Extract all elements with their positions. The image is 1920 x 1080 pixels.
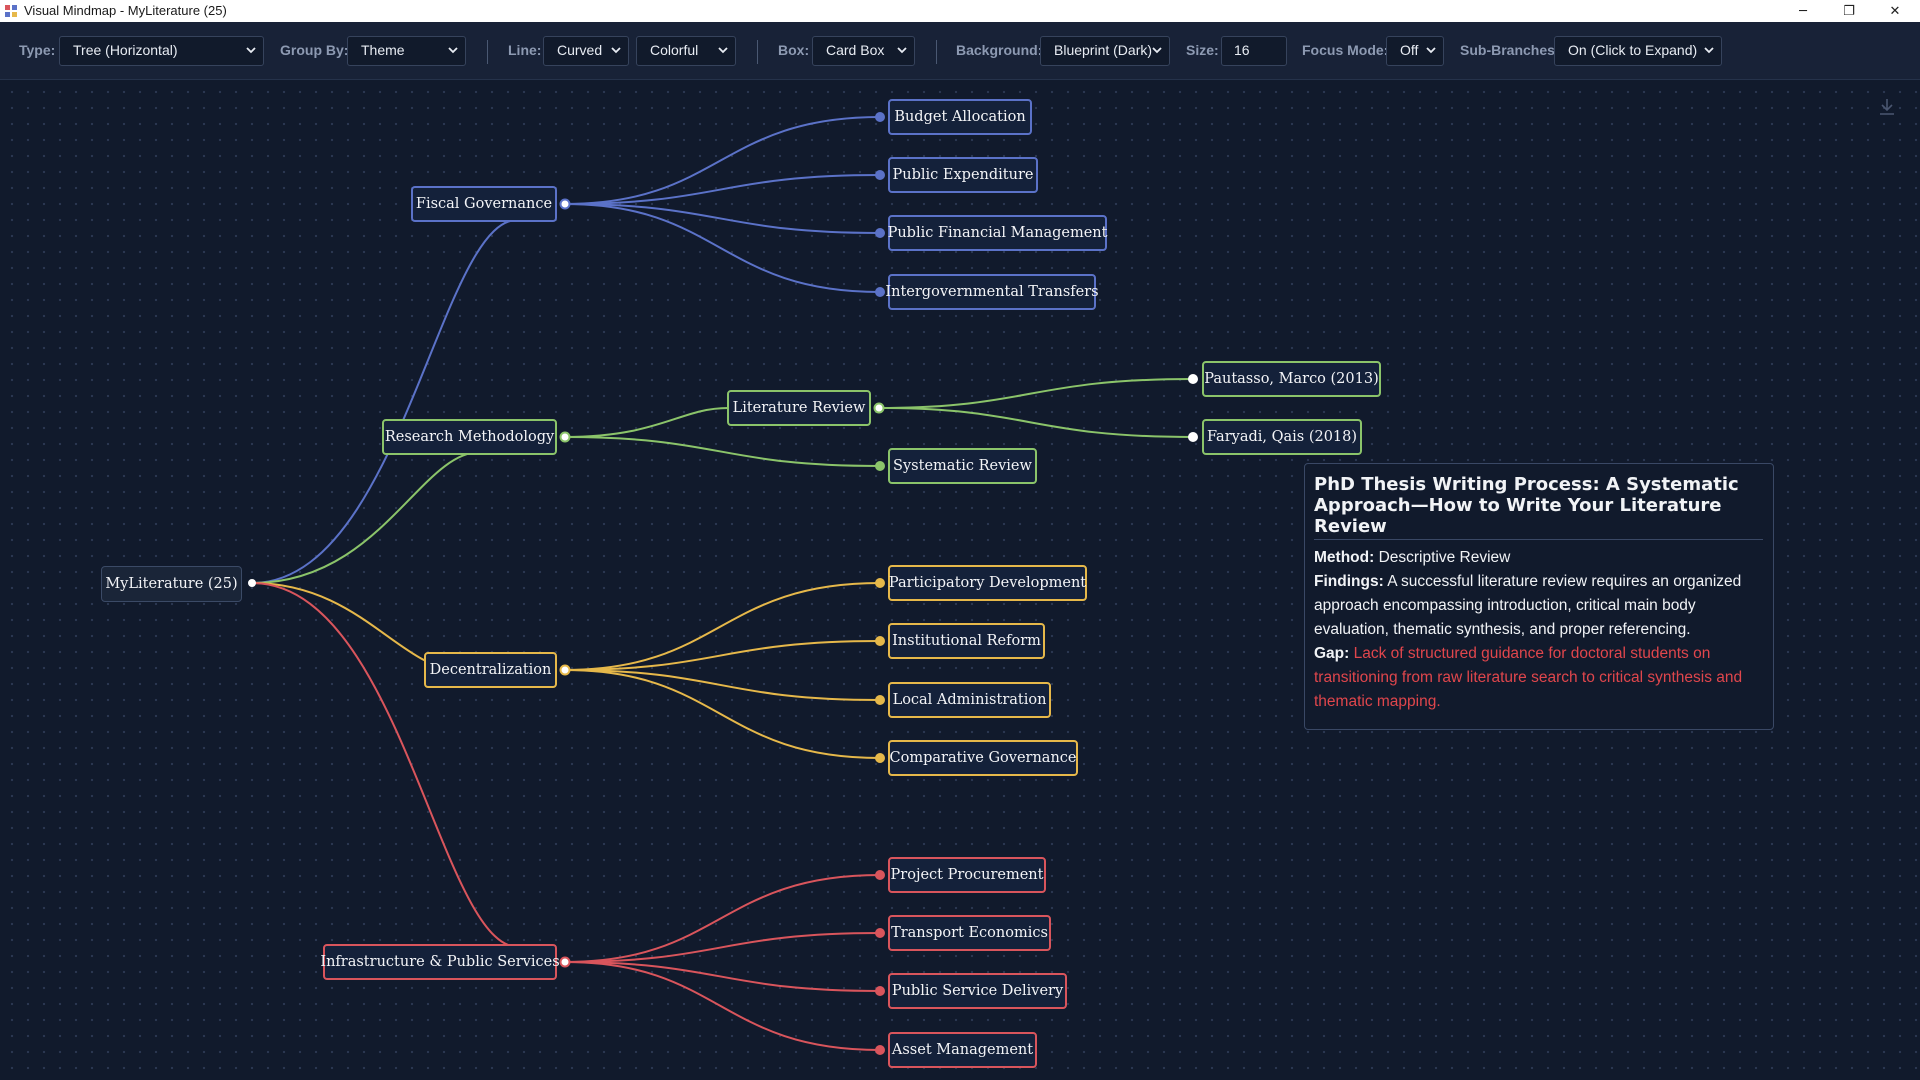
node-dot — [875, 695, 885, 705]
connector-line — [564, 203, 881, 234]
connector-line — [564, 961, 881, 992]
paper-node[interactable]: Faryadi, Qais (2018) — [1202, 419, 1362, 455]
topic-node[interactable]: Asset Management — [888, 1032, 1037, 1068]
node-dot — [875, 870, 885, 880]
tooltip-title: PhD Thesis Writing Process: A Systematic… — [1314, 474, 1739, 537]
topic-node[interactable]: Project Procurement — [888, 857, 1046, 893]
topic-node[interactable]: Intergovernmental Transfers — [885, 274, 1099, 310]
tooltip-method: Method: Descriptive Review — [1314, 546, 1763, 570]
tooltip-method-label: Method: — [1314, 549, 1375, 566]
connector-line — [564, 582, 881, 671]
theme-node-decentralization[interactable]: Decentralization — [424, 652, 557, 688]
node-dot — [559, 431, 571, 443]
node-dot — [875, 928, 885, 938]
connector-line — [564, 874, 881, 963]
node-dot — [559, 664, 571, 676]
connector-line — [564, 932, 881, 963]
node-dot — [873, 402, 885, 414]
theme-node-infrastructure[interactable]: Infrastructure & Public Services — [320, 944, 560, 980]
node-dot — [875, 287, 885, 297]
node-dot — [248, 579, 256, 587]
connector-line — [564, 174, 881, 205]
tooltip-gap-label: Gap: — [1314, 645, 1350, 662]
node-dot — [1188, 432, 1198, 442]
node-dot — [875, 753, 885, 763]
topic-node[interactable]: Local Administration — [888, 682, 1051, 718]
topic-node[interactable]: Budget Allocation — [888, 99, 1032, 135]
node-dot — [875, 228, 885, 238]
node-dot — [875, 461, 885, 471]
tooltip-divider — [1314, 539, 1763, 540]
topic-node[interactable]: Comparative Governance — [888, 740, 1078, 776]
connector-line — [251, 582, 519, 948]
node-dot — [875, 986, 885, 996]
node-dot — [875, 1045, 885, 1055]
node-dot — [559, 198, 571, 210]
connector-line — [878, 378, 1194, 409]
mindmap-root-node[interactable]: MyLiterature (25) — [101, 566, 242, 602]
tooltip-gap-value: Lack of structured guidance for doctoral… — [1314, 645, 1743, 710]
node-dot — [875, 170, 885, 180]
theme-node-fiscal-governance[interactable]: Fiscal Governance — [411, 186, 557, 222]
connector-line — [564, 116, 881, 205]
connector-line — [564, 669, 881, 759]
connector-line — [564, 436, 881, 467]
connector-line — [564, 203, 881, 293]
theme-node-research-methodology[interactable]: Research Methodology — [382, 419, 557, 455]
paper-node[interactable]: Pautasso, Marco (2013) — [1202, 361, 1381, 397]
connector-line — [251, 219, 518, 584]
node-dot — [875, 636, 885, 646]
topic-node[interactable]: Public Financial Management — [888, 215, 1107, 251]
topic-node[interactable]: Transport Economics — [888, 915, 1051, 951]
topic-node[interactable]: Public Service Delivery — [888, 973, 1067, 1009]
topic-node[interactable]: Participatory Development — [888, 565, 1087, 601]
connector-line — [564, 669, 881, 701]
topic-node-literature-review[interactable]: Literature Review — [727, 390, 871, 426]
connector-line — [564, 961, 881, 1051]
tooltip-findings-label: Findings: — [1314, 573, 1384, 590]
tooltip-method-value: Descriptive Review — [1378, 549, 1511, 566]
node-dot — [875, 112, 885, 122]
paper-tooltip: PhD Thesis Writing Process: A Systematic… — [1304, 463, 1774, 730]
tooltip-gap: Gap: Lack of structured guidance for doc… — [1314, 642, 1763, 714]
topic-node[interactable]: Institutional Reform — [888, 623, 1045, 659]
node-dot — [875, 578, 885, 588]
node-dot — [1188, 374, 1198, 384]
topic-node[interactable]: Public Expenditure — [888, 157, 1038, 193]
connector-line — [251, 451, 481, 584]
connector-line — [878, 407, 1194, 438]
connector-line — [564, 407, 729, 438]
tooltip-findings: Findings: A successful literature review… — [1314, 570, 1763, 642]
connector-line — [564, 640, 881, 671]
node-dot — [559, 956, 571, 968]
topic-node-systematic-review[interactable]: Systematic Review — [888, 448, 1037, 484]
